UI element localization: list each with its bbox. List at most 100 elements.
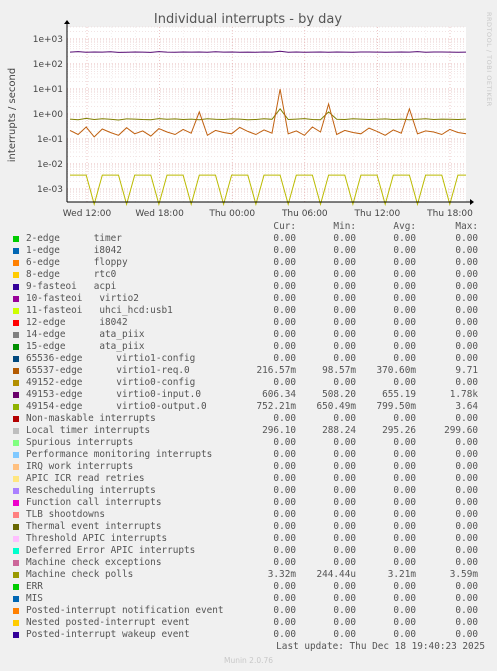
legend-avg-value: 0.00 bbox=[393, 617, 416, 628]
y-tick-label: 1e+03 bbox=[33, 35, 63, 45]
legend-min-value: 0.00 bbox=[333, 305, 356, 316]
legend-avg-value: 0.00 bbox=[393, 281, 416, 292]
legend-min-value: 0.00 bbox=[333, 269, 356, 280]
legend-row: 65536-edge virtio1-config 0.00 0.00 0.00 0.0… bbox=[12, 353, 490, 365]
legend-label: Machine check polls bbox=[26, 569, 134, 580]
legend-max-value: 0.00 bbox=[455, 269, 478, 280]
legend-swatch bbox=[13, 296, 19, 302]
legend-cur-value: 0.00 bbox=[273, 581, 296, 592]
x-axis-arrow bbox=[470, 199, 474, 205]
legend-label: Spurious interrupts bbox=[26, 437, 134, 448]
legend-min-value: 0.00 bbox=[333, 293, 356, 304]
y-tick-label: 1e-02 bbox=[37, 160, 63, 170]
legend-swatch bbox=[13, 380, 19, 386]
legend-row: APIC ICR read retries 0.00 0.00 0.00 0.00 bbox=[12, 473, 490, 485]
legend-swatch bbox=[13, 572, 19, 578]
legend-row: ERR 0.00 0.00 0.00 0.00 bbox=[12, 581, 490, 593]
plot-area bbox=[67, 27, 466, 202]
legend-max-value: 0.00 bbox=[455, 377, 478, 388]
legend-avg-value: 0.00 bbox=[393, 497, 416, 508]
legend-max-value: 0.00 bbox=[455, 233, 478, 244]
legend-row: 9-fasteoi acpi 0.00 0.00 0.00 0.00 bbox=[12, 281, 490, 293]
legend: Cur: Min: Avg: Max: 2-edge timer 0.00 0.00… bbox=[12, 221, 490, 641]
legend-min-value: 0.00 bbox=[333, 437, 356, 448]
legend-row: 10-fasteoi virtio2 0.00 0.00 0.00 0.00 bbox=[12, 293, 490, 305]
legend-row: 8-edge rtc0 0.00 0.00 0.00 0.00 bbox=[12, 269, 490, 281]
legend-cur-value: 0.00 bbox=[273, 437, 296, 448]
legend-max-value: 0.00 bbox=[455, 329, 478, 340]
legend-max-value: 9.71 bbox=[455, 365, 478, 376]
legend-swatch bbox=[13, 524, 19, 530]
legend-cur-value: 0.00 bbox=[273, 281, 296, 292]
legend-avg-value: 0.00 bbox=[393, 461, 416, 472]
legend-min-value: 0.00 bbox=[333, 533, 356, 544]
legend-max-value: 0.00 bbox=[455, 413, 478, 424]
legend-min-value: 0.00 bbox=[333, 245, 356, 256]
legend-avg-value: 0.00 bbox=[393, 437, 416, 448]
legend-cur-value: 0.00 bbox=[273, 593, 296, 604]
legend-max-value: 0.00 bbox=[455, 485, 478, 496]
legend-swatch bbox=[13, 584, 19, 590]
x-tick-label: Thu 06:00 bbox=[281, 209, 328, 219]
legend-row: 49154-edge virtio0-output.0 752.21m 650.49… bbox=[12, 401, 490, 413]
legend-label: 9-fasteoi acpi bbox=[26, 281, 117, 292]
legend-min-value: 0.00 bbox=[333, 545, 356, 556]
legend-row: Non-maskable interrupts 0.00 0.00 0.00 0.00 bbox=[12, 413, 490, 425]
legend-label: Function call interrupts bbox=[26, 497, 162, 508]
legend-min-value: 0.00 bbox=[333, 341, 356, 352]
legend-min-value: 0.00 bbox=[333, 593, 356, 604]
legend-label: 49154-edge virtio0-output.0 bbox=[26, 401, 207, 412]
legend-max-value: 0.00 bbox=[455, 605, 478, 616]
legend-avg-value: 0.00 bbox=[393, 509, 416, 520]
legend-min-value: 0.00 bbox=[333, 485, 356, 496]
legend-cur-value: 0.00 bbox=[273, 545, 296, 556]
legend-row: 11-fasteoi uhci_hcd:usb1 0.00 0.00 0.00 0.00 bbox=[12, 305, 490, 317]
legend-max-value: 0.00 bbox=[455, 617, 478, 628]
legend-cur-value: 296.10 bbox=[262, 425, 296, 436]
legend-cur-value: 0.00 bbox=[273, 329, 296, 340]
legend-max-value: 0.00 bbox=[455, 245, 478, 256]
legend-row: 49153-edge virtio0-input.0 606.34 508.20 65… bbox=[12, 389, 490, 401]
legend-label: TLB shootdowns bbox=[26, 509, 106, 520]
y-ticks: 1e+03 1e+02 1e+01 1e+00 1e-01 1e-02 1e-03 bbox=[33, 35, 64, 195]
legend-label: 65537-edge virtio1-req.0 bbox=[26, 365, 190, 376]
legend-cur-value: 0.00 bbox=[273, 557, 296, 568]
legend-max-value: 0.00 bbox=[455, 533, 478, 544]
legend-row: 6-edge floppy 0.00 0.00 0.00 0.00 bbox=[12, 257, 490, 269]
legend-avg-value: 0.00 bbox=[393, 593, 416, 604]
legend-cur-value: 0.00 bbox=[273, 521, 296, 532]
y-tick-label: 1e+00 bbox=[33, 110, 64, 120]
legend-label: 11-fasteoi uhci_hcd:usb1 bbox=[26, 305, 173, 316]
legend-cur-value: 0.00 bbox=[273, 305, 296, 316]
legend-swatch bbox=[13, 260, 19, 266]
legend-swatch bbox=[13, 560, 19, 566]
legend-row: 14-edge ata_piix 0.00 0.00 0.00 0.00 bbox=[12, 329, 490, 341]
legend-label: 14-edge ata_piix bbox=[26, 329, 145, 340]
legend-avg-value: 295.26 bbox=[382, 425, 416, 436]
y-tick-label: 1e-01 bbox=[37, 135, 63, 145]
legend-row: 65537-edge virtio1-req.0 216.57m 98.57m 370… bbox=[12, 365, 490, 377]
legend-max-value: 0.00 bbox=[455, 353, 478, 364]
legend-max-value: 0.00 bbox=[455, 257, 478, 268]
x-ticks: Wed 12:00 Wed 18:00 Thu 00:00 Thu 06:00 Thu … bbox=[63, 209, 473, 219]
legend-cur-value: 0.00 bbox=[273, 629, 296, 640]
legend-avg-value: 0.00 bbox=[393, 533, 416, 544]
legend-avg-value: 370.60m bbox=[376, 365, 416, 376]
legend-cur-value: 0.00 bbox=[273, 605, 296, 616]
legend-min-value: 0.00 bbox=[333, 605, 356, 616]
legend-label: 6-edge floppy bbox=[26, 257, 128, 268]
legend-row: 2-edge timer 0.00 0.00 0.00 0.00 bbox=[12, 233, 490, 245]
legend-label: Threshold APIC interrupts bbox=[26, 533, 168, 544]
legend-swatch bbox=[13, 596, 19, 602]
legend-cur-value: 0.00 bbox=[273, 461, 296, 472]
legend-label: Local timer interrupts bbox=[26, 425, 151, 436]
legend-row: 1-edge i8042 0.00 0.00 0.00 0.00 bbox=[12, 245, 490, 257]
legend-min-value: 0.00 bbox=[333, 233, 356, 244]
legend-max-value: 3.64 bbox=[455, 401, 478, 412]
header-min: Min: bbox=[333, 221, 356, 232]
legend-row: Posted-interrupt wakeup event 0.00 0.00 0.0… bbox=[12, 629, 490, 641]
legend-min-value: 0.00 bbox=[333, 377, 356, 388]
legend-cur-value: 3.32m bbox=[267, 569, 296, 580]
header-cur: Cur: bbox=[273, 221, 296, 232]
legend-label: Thermal event interrupts bbox=[26, 521, 162, 532]
